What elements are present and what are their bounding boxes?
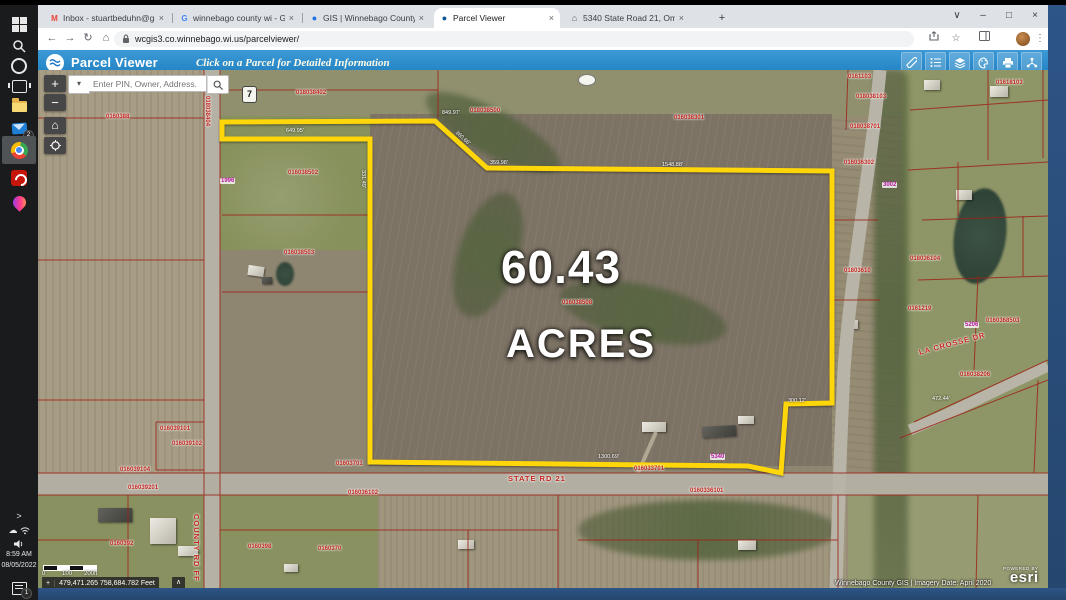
oval-route-shield [578, 74, 596, 86]
printer-icon [1002, 57, 1014, 69]
tab-close-icon[interactable]: × [289, 13, 294, 23]
google-favicon: G [180, 14, 189, 23]
browser-window: M Inbox - stuartbeduhn@gmail.co × G winn… [38, 5, 1048, 588]
tab-close-icon[interactable]: × [549, 13, 554, 23]
default-extent-button[interactable]: ⌂ [44, 117, 66, 134]
share-button[interactable] [926, 31, 942, 47]
magnifier-icon [213, 80, 223, 90]
forward-button[interactable]: → [62, 30, 78, 46]
coordinate-readout: + 479,471.265 758,684.782 Feet [42, 577, 159, 588]
wave-logo-icon [49, 57, 61, 69]
legend-list-icon [930, 57, 941, 68]
esri-logo: POWERED BY esri [1003, 566, 1039, 584]
search-submit-button[interactable] [207, 75, 229, 94]
zoom-in-button[interactable]: + [44, 75, 66, 92]
acrobat-button[interactable] [0, 167, 38, 189]
globe-favicon: ● [310, 14, 319, 23]
minimize-button[interactable]: – [972, 7, 994, 25]
map-attribution: Winnebago County GIS | Imagery Date: Apr… [835, 580, 991, 587]
cortana-icon [11, 58, 27, 74]
browser-toolbar: ← → ↻ ⌂ wcgis3.co.winnebago.wi.us/parcel… [38, 28, 1048, 51]
task-view-icon [12, 80, 27, 93]
profile-avatar[interactable] [1016, 32, 1030, 46]
tab-address-listing[interactable]: ⌂ 5340 State Road 21, Omro, WI 5 × [564, 8, 690, 28]
side-panel-icon [979, 31, 990, 41]
tab-parcel-viewer[interactable]: ● Parcel Viewer × [434, 8, 560, 28]
search-type-dropdown[interactable]: ▾ [68, 75, 90, 94]
back-button[interactable]: ← [44, 30, 60, 46]
tab-search-button[interactable]: ∨ [946, 7, 968, 25]
desktop-wallpaper-right [1048, 5, 1066, 600]
browser-menu-button[interactable]: ⋮ [1032, 31, 1048, 47]
reload-button[interactable]: ↻ [80, 30, 96, 46]
side-panel-button[interactable] [976, 31, 992, 47]
tab-separator [172, 13, 173, 23]
tab-close-icon[interactable]: × [419, 13, 424, 23]
new-tab-button[interactable]: + [714, 10, 730, 26]
bookmark-button[interactable]: ☆ [948, 31, 964, 47]
maximize-button[interactable]: □ [998, 7, 1020, 25]
tab-separator [302, 13, 303, 23]
taskbar-clock-time[interactable]: 8:59 AM [0, 549, 38, 560]
parcel-viewer-favicon: ● [440, 14, 449, 23]
tab-google-search[interactable]: G winnebago county wi - Google S × [174, 8, 300, 28]
app-logo [46, 54, 64, 72]
home-button[interactable]: ⌂ [98, 30, 114, 46]
pencil-icon [906, 57, 917, 68]
windows-taskbar: 2 > ☁ 8:59 AM 08/05/2022 1 [0, 5, 38, 600]
windows-logo-icon [12, 17, 27, 32]
road-right [836, 70, 880, 588]
lock-icon [122, 34, 130, 44]
tab-gmail[interactable]: M Inbox - stuartbeduhn@gmail.co × [44, 8, 170, 28]
acrobat-icon [11, 170, 27, 186]
zoom-out-button[interactable]: − [44, 94, 66, 111]
cortana-button[interactable] [0, 55, 38, 77]
parcel-search-input[interactable] [89, 75, 207, 92]
desktop-wallpaper-bottom [38, 588, 1066, 600]
crosshair-icon: + [42, 580, 55, 587]
app-tagline: Click on a Parcel for Detailed Informati… [196, 57, 390, 69]
close-button[interactable]: × [1024, 7, 1046, 25]
taskbar-clock-date[interactable]: 08/05/2022 [0, 560, 38, 571]
palette-icon [978, 57, 990, 69]
app-title: Parcel Viewer [71, 55, 158, 70]
desktop-screen: 2 > ☁ 8:59 AM 08/05/2022 1 M Inbox - stu… [0, 0, 1066, 600]
action-center-button[interactable]: 1 [0, 577, 38, 599]
volume-icon [13, 539, 25, 549]
house-favicon: ⌂ [570, 14, 579, 23]
share-network-icon [1026, 57, 1038, 69]
share-icon [929, 31, 939, 41]
url-text: wcgis3.co.winnebago.wi.us/parcelviewer/ [135, 34, 299, 44]
file-explorer-button[interactable] [0, 95, 38, 117]
gmail-favicon: M [50, 14, 59, 23]
tab-close-icon[interactable]: × [679, 13, 684, 23]
start-button[interactable] [0, 13, 38, 35]
address-bar[interactable]: wcgis3.co.winnebago.wi.us/parcelviewer/ [114, 31, 914, 47]
coordinate-expand-button[interactable]: ∧ [172, 577, 185, 588]
highway-shield-7: 7 [242, 86, 257, 103]
road-la-crosse [910, 366, 1048, 430]
coordinate-text: 479,471.265 758,684.782 Feet [55, 580, 159, 587]
locate-button[interactable] [44, 137, 66, 154]
highlighted-parcel-outline[interactable] [222, 121, 832, 473]
tab-close-icon[interactable]: × [159, 13, 164, 23]
chrome-icon [11, 142, 28, 159]
layers-icon [954, 57, 966, 69]
paint3d-icon [10, 193, 28, 211]
chrome-button[interactable] [0, 139, 38, 161]
parcel-acreage-unit: ACRES [466, 322, 696, 367]
notification-badge: 1 [21, 588, 32, 599]
paint3d-button[interactable] [0, 191, 38, 213]
tab-strip: M Inbox - stuartbeduhn@gmail.co × G winn… [38, 5, 1048, 28]
esri-wordmark: esri [1003, 571, 1039, 584]
folder-icon [12, 101, 27, 112]
tab-gis-county[interactable]: ● GIS | Winnebago County × [304, 8, 430, 28]
parcel-acreage-value: 60.43 [446, 240, 676, 294]
search-icon [12, 39, 26, 53]
map-canvas[interactable]: 0160388018038402018038404018038500016038… [38, 70, 1048, 588]
taskbar-search[interactable] [0, 35, 38, 57]
task-view-button[interactable] [0, 75, 38, 97]
locate-icon [50, 140, 61, 151]
